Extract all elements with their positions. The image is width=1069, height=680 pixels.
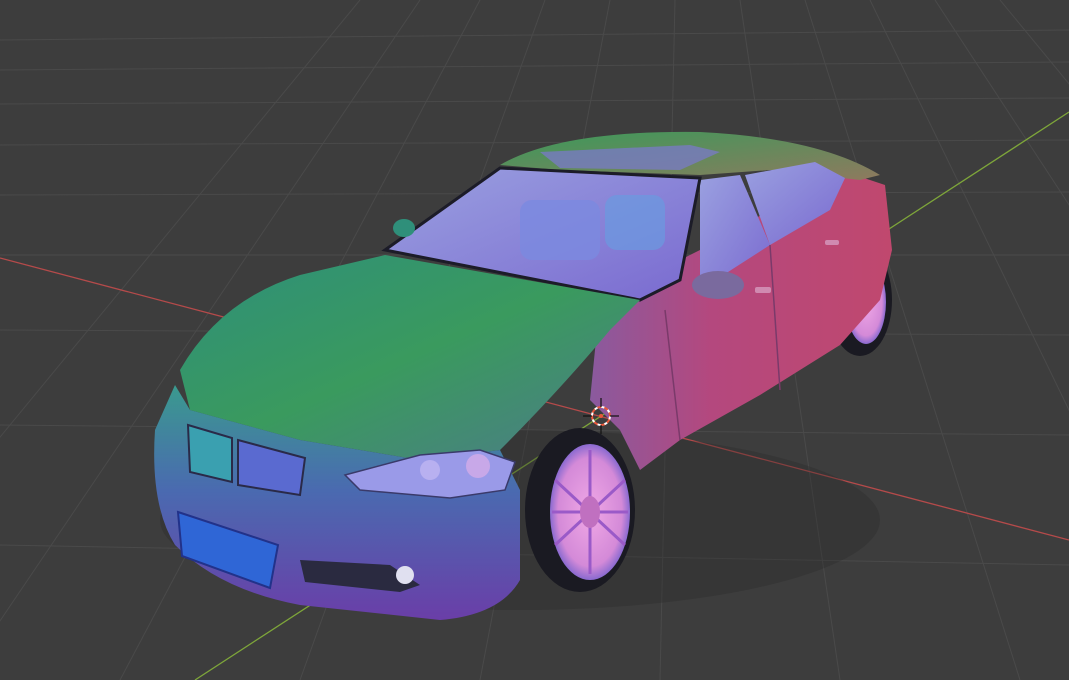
- car-model[interactable]: [154, 131, 892, 620]
- viewport-canvas[interactable]: [0, 0, 1069, 680]
- front-wheel: [525, 428, 635, 592]
- side-mirror: [692, 271, 744, 299]
- 3d-viewport[interactable]: [0, 0, 1069, 680]
